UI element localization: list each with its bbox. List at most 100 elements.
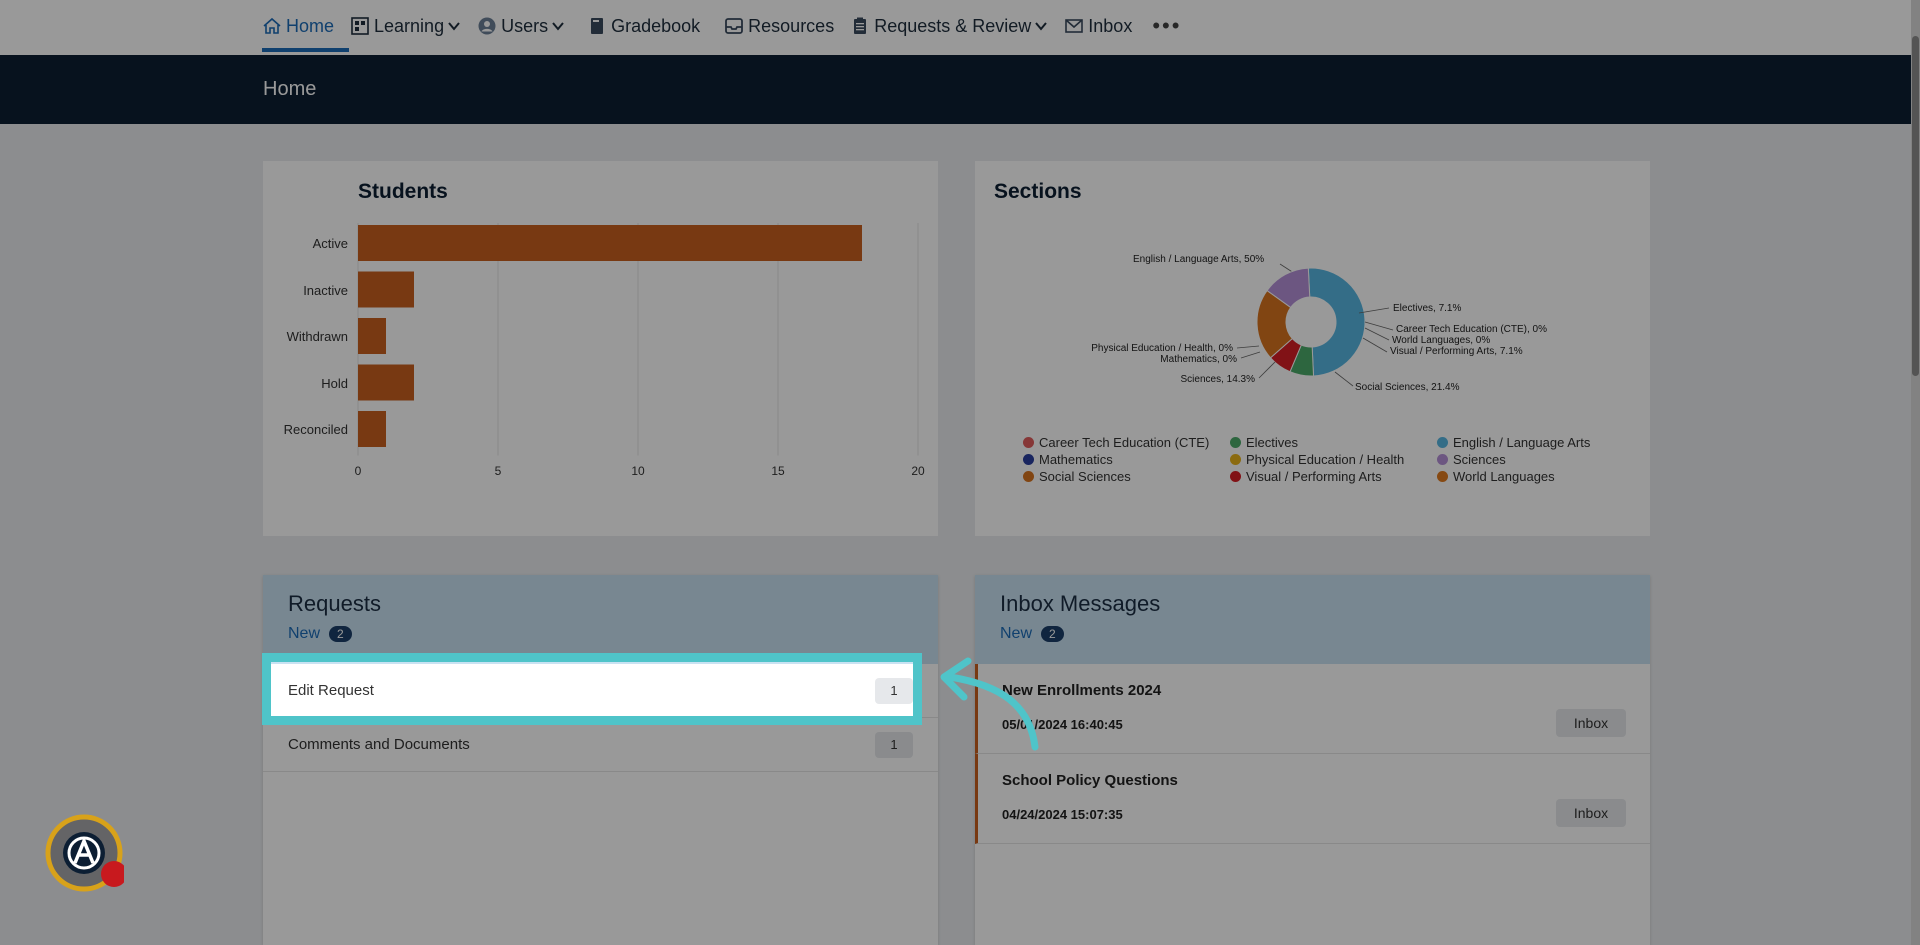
- slice-callout-label: Mathematics, 0%: [1160, 354, 1237, 365]
- y-category-label: Active: [312, 236, 348, 251]
- more-menu-button[interactable]: •••: [1152, 9, 1181, 43]
- book-icon: [591, 18, 604, 34]
- nav-gradebook-label: Gradebook: [611, 15, 701, 36]
- chevron-down-icon: [1035, 22, 1048, 31]
- nav-inbox-label: Inbox: [1088, 15, 1133, 36]
- legend-swatch: [1230, 436, 1241, 448]
- legend-swatch: [1437, 436, 1448, 448]
- message-title: School Policy Questions: [1002, 772, 1178, 789]
- scrollbar-thumb[interactable]: [1912, 36, 1919, 376]
- callout-line: [1364, 321, 1394, 331]
- legend-item[interactable]: World Languages: [1437, 468, 1637, 484]
- nav-users-label: Users: [501, 15, 549, 36]
- legend-item[interactable]: Mathematics: [1023, 451, 1230, 467]
- inbox-tray-icon: [725, 18, 744, 34]
- legend-label: English / Language Arts: [1453, 434, 1591, 450]
- legend-item[interactable]: Physical Education / Health: [1230, 451, 1437, 467]
- dim-overlay-left: [0, 653, 262, 725]
- legend-item[interactable]: Sciences: [1437, 451, 1637, 467]
- requests-new-count: 2: [329, 626, 352, 642]
- nav-gradebook[interactable]: Gradebook: [587, 9, 700, 43]
- inbox-new-label: New: [1000, 625, 1033, 642]
- inbox-header: Inbox Messages New 2: [975, 575, 1650, 664]
- nav-home-label: Home: [286, 15, 335, 36]
- chevron-down-icon: [552, 22, 564, 31]
- nav-items: Home Learning Users Gradebook Resources …: [262, 0, 1197, 52]
- students-bar-chart: [357, 223, 919, 456]
- request-label: Edit Request: [288, 682, 374, 699]
- assistant-logo-icon[interactable]: [44, 813, 124, 893]
- bar[interactable]: [358, 225, 862, 261]
- legend-label: Mathematics: [1039, 451, 1113, 467]
- requests-new-label: New: [288, 625, 321, 642]
- chevron-down-icon: [448, 22, 460, 31]
- slice-callout-label: Physical Education / Health, 0%: [1091, 343, 1233, 354]
- slice-callout-label: World Languages, 0%: [1392, 335, 1490, 346]
- bar[interactable]: [358, 364, 414, 401]
- slice-callout-label: Visual / Performing Arts, 7.1%: [1390, 346, 1523, 357]
- nav-resources[interactable]: Resources: [724, 9, 834, 43]
- legend-label: Electives: [1246, 434, 1299, 450]
- legend-swatch: [1023, 436, 1034, 448]
- nav-inbox[interactable]: Inbox: [1064, 9, 1132, 43]
- page-title: Home: [263, 78, 317, 100]
- message-row[interactable]: School Policy Questions 04/24/2024 15:07…: [975, 754, 1650, 844]
- nav-requests-review[interactable]: Requests & Review: [850, 9, 1048, 43]
- students-card: Students 0 5 10 15 20 Active Inactive Withdrawn…: [263, 161, 938, 536]
- nav-learning[interactable]: Learning: [350, 9, 461, 43]
- slice-callout-label: Sciences, 14.3%: [1181, 374, 1256, 385]
- callout-line: [1240, 351, 1261, 359]
- legend-label: Career Tech Education (CTE): [1039, 434, 1210, 450]
- slice-callout-label: English / Language Arts, 50%: [1133, 254, 1264, 265]
- inbox-panel: Inbox Messages New 2 New Enrollments 202…: [975, 575, 1650, 945]
- nav-resources-label: Resources: [748, 15, 835, 36]
- y-category-label: Hold: [321, 375, 348, 391]
- requests-header: Requests New 2: [263, 575, 938, 664]
- request-row-edit[interactable]: Edit Request 1: [263, 664, 938, 718]
- legend-swatch: [1437, 470, 1448, 482]
- legend-item[interactable]: Social Sciences: [1023, 468, 1230, 484]
- requests-new-link[interactable]: New 2: [288, 625, 352, 643]
- slice-callout-label: Electives, 7.1%: [1393, 303, 1461, 314]
- clipboard-icon: [854, 17, 867, 34]
- page-scrollbar[interactable]: [1911, 0, 1920, 945]
- open-inbox-button[interactable]: Inbox: [1556, 709, 1626, 737]
- mail-icon: [1065, 19, 1084, 33]
- requests-panel: Requests New 2 Edit Request 1 Comments a…: [263, 575, 938, 945]
- nav-home[interactable]: Home: [262, 9, 334, 43]
- x-tick-label: 20: [911, 463, 925, 478]
- callout-line: [1334, 371, 1354, 387]
- legend-swatch: [1023, 453, 1034, 465]
- nav-users[interactable]: Users: [477, 9, 565, 43]
- message-row[interactable]: New Enrollments 2024 05/01/2024 16:40:45…: [975, 664, 1650, 754]
- inbox-title: Inbox Messages: [1000, 591, 1161, 616]
- grid-icon: [351, 17, 369, 35]
- bar[interactable]: [358, 411, 386, 447]
- nav-requests-label: Requests & Review: [874, 15, 1032, 36]
- bar[interactable]: [358, 318, 386, 354]
- slice-callout-label: Social Sciences, 21.4%: [1355, 382, 1460, 393]
- legend-label: World Languages: [1453, 468, 1555, 484]
- callout-line: [1236, 345, 1260, 349]
- callout-line: [1258, 361, 1276, 379]
- callout-line: [1364, 327, 1390, 341]
- y-category-label: Inactive: [303, 282, 348, 298]
- request-count: 1: [875, 678, 913, 704]
- x-tick-label: 15: [771, 463, 785, 478]
- inbox-new-link[interactable]: New 2: [1000, 625, 1064, 643]
- donut-slice[interactable]: [1307, 267, 1366, 377]
- legend-label: Social Sciences: [1039, 468, 1131, 484]
- legend-item[interactable]: Career Tech Education (CTE): [1023, 434, 1230, 450]
- legend-label: Physical Education / Health: [1246, 451, 1405, 467]
- open-inbox-button[interactable]: Inbox: [1556, 799, 1626, 827]
- legend-item[interactable]: Electives: [1230, 434, 1437, 450]
- legend-swatch: [1437, 453, 1448, 465]
- page-header: Home: [0, 55, 1920, 124]
- request-label: Comments and Documents: [288, 736, 470, 753]
- bar[interactable]: [358, 271, 414, 308]
- message-date: 05/01/2024 16:40:45: [1002, 717, 1123, 732]
- legend-item[interactable]: Visual / Performing Arts: [1230, 468, 1437, 484]
- request-row-comments[interactable]: Comments and Documents 1: [263, 718, 938, 772]
- legend-item[interactable]: English / Language Arts: [1437, 434, 1637, 450]
- legend-swatch: [1230, 470, 1241, 482]
